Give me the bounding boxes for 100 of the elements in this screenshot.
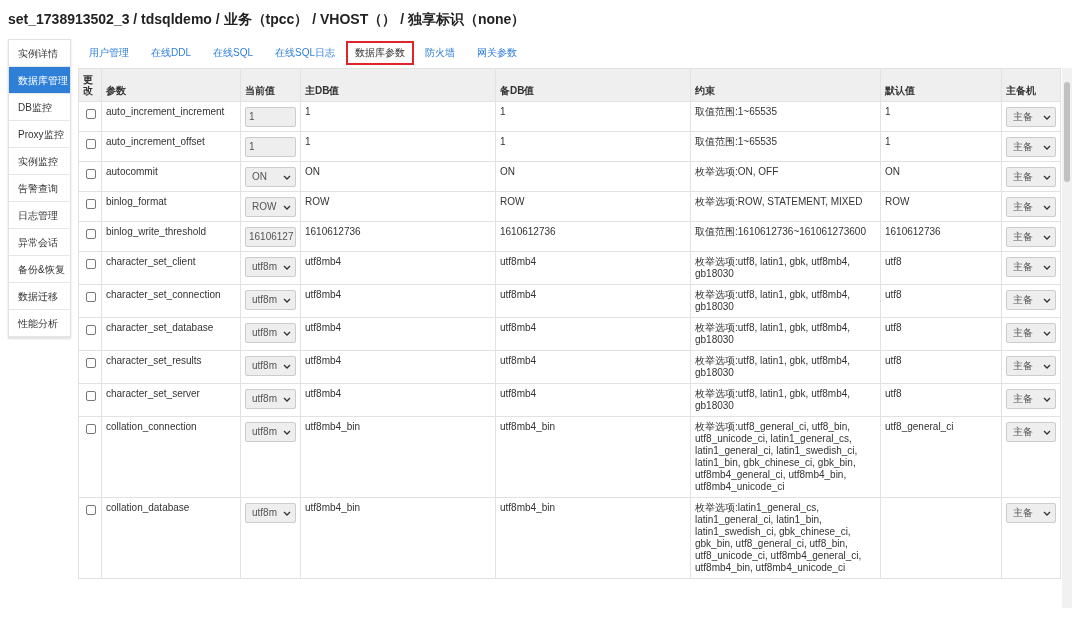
table-cell: 1	[305, 106, 311, 117]
checkbox[interactable]	[86, 358, 96, 368]
table-cell: 取值范围:1~65535	[695, 136, 777, 147]
host-dropdown[interactable]: 主备	[1006, 197, 1056, 217]
value-field[interactable]: 1	[245, 137, 296, 157]
value-dropdown[interactable]: utf8m	[245, 356, 296, 376]
table-cell: 1610612736	[305, 226, 361, 237]
table-cell: 枚举选项:utf8_general_ci, utf8_bin, utf8_unicode_ci, latin1_general_cs, latin1_general_ci, latin1_swedish_ci, latin1_bin, gbk_chinese_ci, gbk_bin, utf8mb4_general_ci, utf8mb4_bin, utf8mb4_unicode_ci	[695, 421, 858, 492]
table-cell: 枚举选项:utf8, latin1, gbk, utf8mb4, gb18030	[695, 355, 851, 378]
caret-icon	[1043, 204, 1051, 210]
host-dropdown[interactable]: 主备	[1006, 389, 1056, 409]
sidebar-item[interactable]: Proxy监控	[9, 121, 70, 148]
sidebar-item[interactable]: 告警查询	[9, 175, 70, 202]
caret-icon	[1043, 264, 1051, 270]
caret-icon	[1043, 396, 1051, 402]
column-header: 默认值	[880, 68, 1002, 102]
column-header: 约束	[690, 68, 881, 102]
table-cell: utf8mb4	[500, 289, 537, 300]
value-dropdown[interactable]: ON	[245, 167, 296, 187]
checkbox[interactable]	[86, 424, 96, 434]
host-dropdown[interactable]: 主备	[1006, 257, 1056, 277]
caret-icon	[283, 204, 291, 210]
host-dropdown[interactable]: 主备	[1006, 137, 1056, 157]
table-cell: 1	[305, 136, 311, 147]
sidebar-item[interactable]: 性能分析	[9, 310, 70, 337]
sidebar-item[interactable]: DB监控	[9, 94, 70, 121]
table-cell: 1610612736	[500, 226, 556, 237]
value-field[interactable]: 16106127	[245, 227, 296, 247]
table-cell: character_set_client	[106, 256, 196, 267]
value-dropdown[interactable]: utf8m	[245, 323, 296, 343]
table-cell: 枚举选项:utf8, latin1, gbk, utf8mb4, gb18030	[695, 289, 851, 312]
checkbox[interactable]	[86, 199, 96, 209]
checkbox[interactable]	[86, 325, 96, 335]
tab[interactable]: 用户管理	[78, 41, 140, 65]
caret-icon	[1043, 429, 1051, 435]
value-dropdown[interactable]: utf8m	[245, 389, 296, 409]
caret-icon	[283, 297, 291, 303]
column-header: 主备机	[1001, 68, 1061, 102]
sidebar-item[interactable]: 异常会话	[9, 229, 70, 256]
table-cell: character_set_database	[106, 322, 214, 333]
sidebar-item[interactable]: 实例监控	[9, 148, 70, 175]
tab[interactable]: 网关参数	[466, 41, 529, 65]
page-title: set_1738913502_3 / tdsqldemo / 业务（tpcc） / VHOST（） / 独享标识（none）	[8, 10, 527, 28]
table-cell: utf8mb4_bin	[305, 421, 361, 432]
checkbox[interactable]	[86, 169, 96, 179]
checkbox[interactable]	[86, 229, 96, 239]
table-cell: utf8_general_ci	[885, 421, 954, 432]
tab[interactable]: 在线SQL	[202, 41, 265, 65]
tab[interactable]: 防火墙	[414, 41, 467, 65]
table-cell: ON	[885, 166, 900, 177]
table-cell: auto_increment_offset	[106, 136, 205, 147]
table-cell: 枚举选项:latin1_general_cs, latin1_general_ci, latin1_bin, latin1_swedish_ci, gbk_chinese_ci, gbk_bin, utf8_general_ci, utf8_bin, utf8_unicode_ci, utf8mb4_general_ci, utf8mb4_bin, utf8mb4_unicode_ci	[695, 502, 862, 573]
value-dropdown[interactable]: utf8m	[245, 503, 296, 523]
table-cell: utf8mb4	[500, 355, 537, 366]
checkbox[interactable]	[86, 259, 96, 269]
checkbox[interactable]	[86, 292, 96, 302]
tab[interactable]: 数据库参数	[346, 41, 415, 65]
host-dropdown[interactable]: 主备	[1006, 290, 1056, 310]
table-cell: utf8mb4	[500, 256, 537, 267]
table-cell: ON	[500, 166, 515, 177]
checkbox[interactable]	[86, 505, 96, 515]
column-header: 参数	[101, 68, 241, 102]
table-cell: collation_connection	[106, 421, 197, 432]
sidebar-item[interactable]: 数据库管理	[9, 67, 70, 94]
table-cell: ROW	[305, 196, 330, 207]
caret-icon	[1043, 144, 1051, 150]
caret-icon	[1043, 330, 1051, 336]
host-dropdown[interactable]: 主备	[1006, 422, 1056, 442]
table-cell: utf8	[885, 388, 902, 399]
host-dropdown[interactable]: 主备	[1006, 227, 1056, 247]
checkbox[interactable]	[86, 139, 96, 149]
sidebar-item[interactable]: 备份&恢复	[9, 256, 70, 283]
value-dropdown[interactable]: utf8m	[245, 290, 296, 310]
table-cell: utf8mb4	[305, 322, 342, 333]
table-cell: utf8mb4	[500, 322, 537, 333]
table-cell: utf8mb4	[500, 388, 537, 399]
table-cell: autocommit	[106, 166, 158, 177]
tab[interactable]: 在线DDL	[140, 41, 202, 65]
caret-icon	[1043, 234, 1051, 240]
checkbox[interactable]	[86, 109, 96, 119]
table-cell: utf8mb4	[305, 289, 342, 300]
host-dropdown[interactable]: 主备	[1006, 323, 1056, 343]
sidebar-item[interactable]: 日志管理	[9, 202, 70, 229]
value-dropdown[interactable]: utf8m	[245, 257, 296, 277]
table-cell: 枚举选项:utf8, latin1, gbk, utf8mb4, gb18030	[695, 256, 851, 279]
scrollbar[interactable]	[1062, 68, 1072, 608]
value-field[interactable]: 1	[245, 107, 296, 127]
host-dropdown[interactable]: 主备	[1006, 356, 1056, 376]
table-cell: utf8mb4	[305, 256, 342, 267]
value-dropdown[interactable]: ROW	[245, 197, 296, 217]
sidebar-item[interactable]: 数据迁移	[9, 283, 70, 310]
host-dropdown[interactable]: 主备	[1006, 503, 1056, 523]
tab[interactable]: 在线SQL日志	[264, 41, 347, 65]
checkbox[interactable]	[86, 391, 96, 401]
host-dropdown[interactable]: 主备	[1006, 167, 1056, 187]
table-cell: 枚举选项:utf8, latin1, gbk, utf8mb4, gb18030	[695, 388, 851, 411]
value-dropdown[interactable]: utf8m	[245, 422, 296, 442]
table-cell: character_set_results	[106, 355, 202, 366]
table-cell: binlog_write_threshold	[106, 226, 207, 237]
host-dropdown[interactable]: 主备	[1006, 107, 1056, 127]
